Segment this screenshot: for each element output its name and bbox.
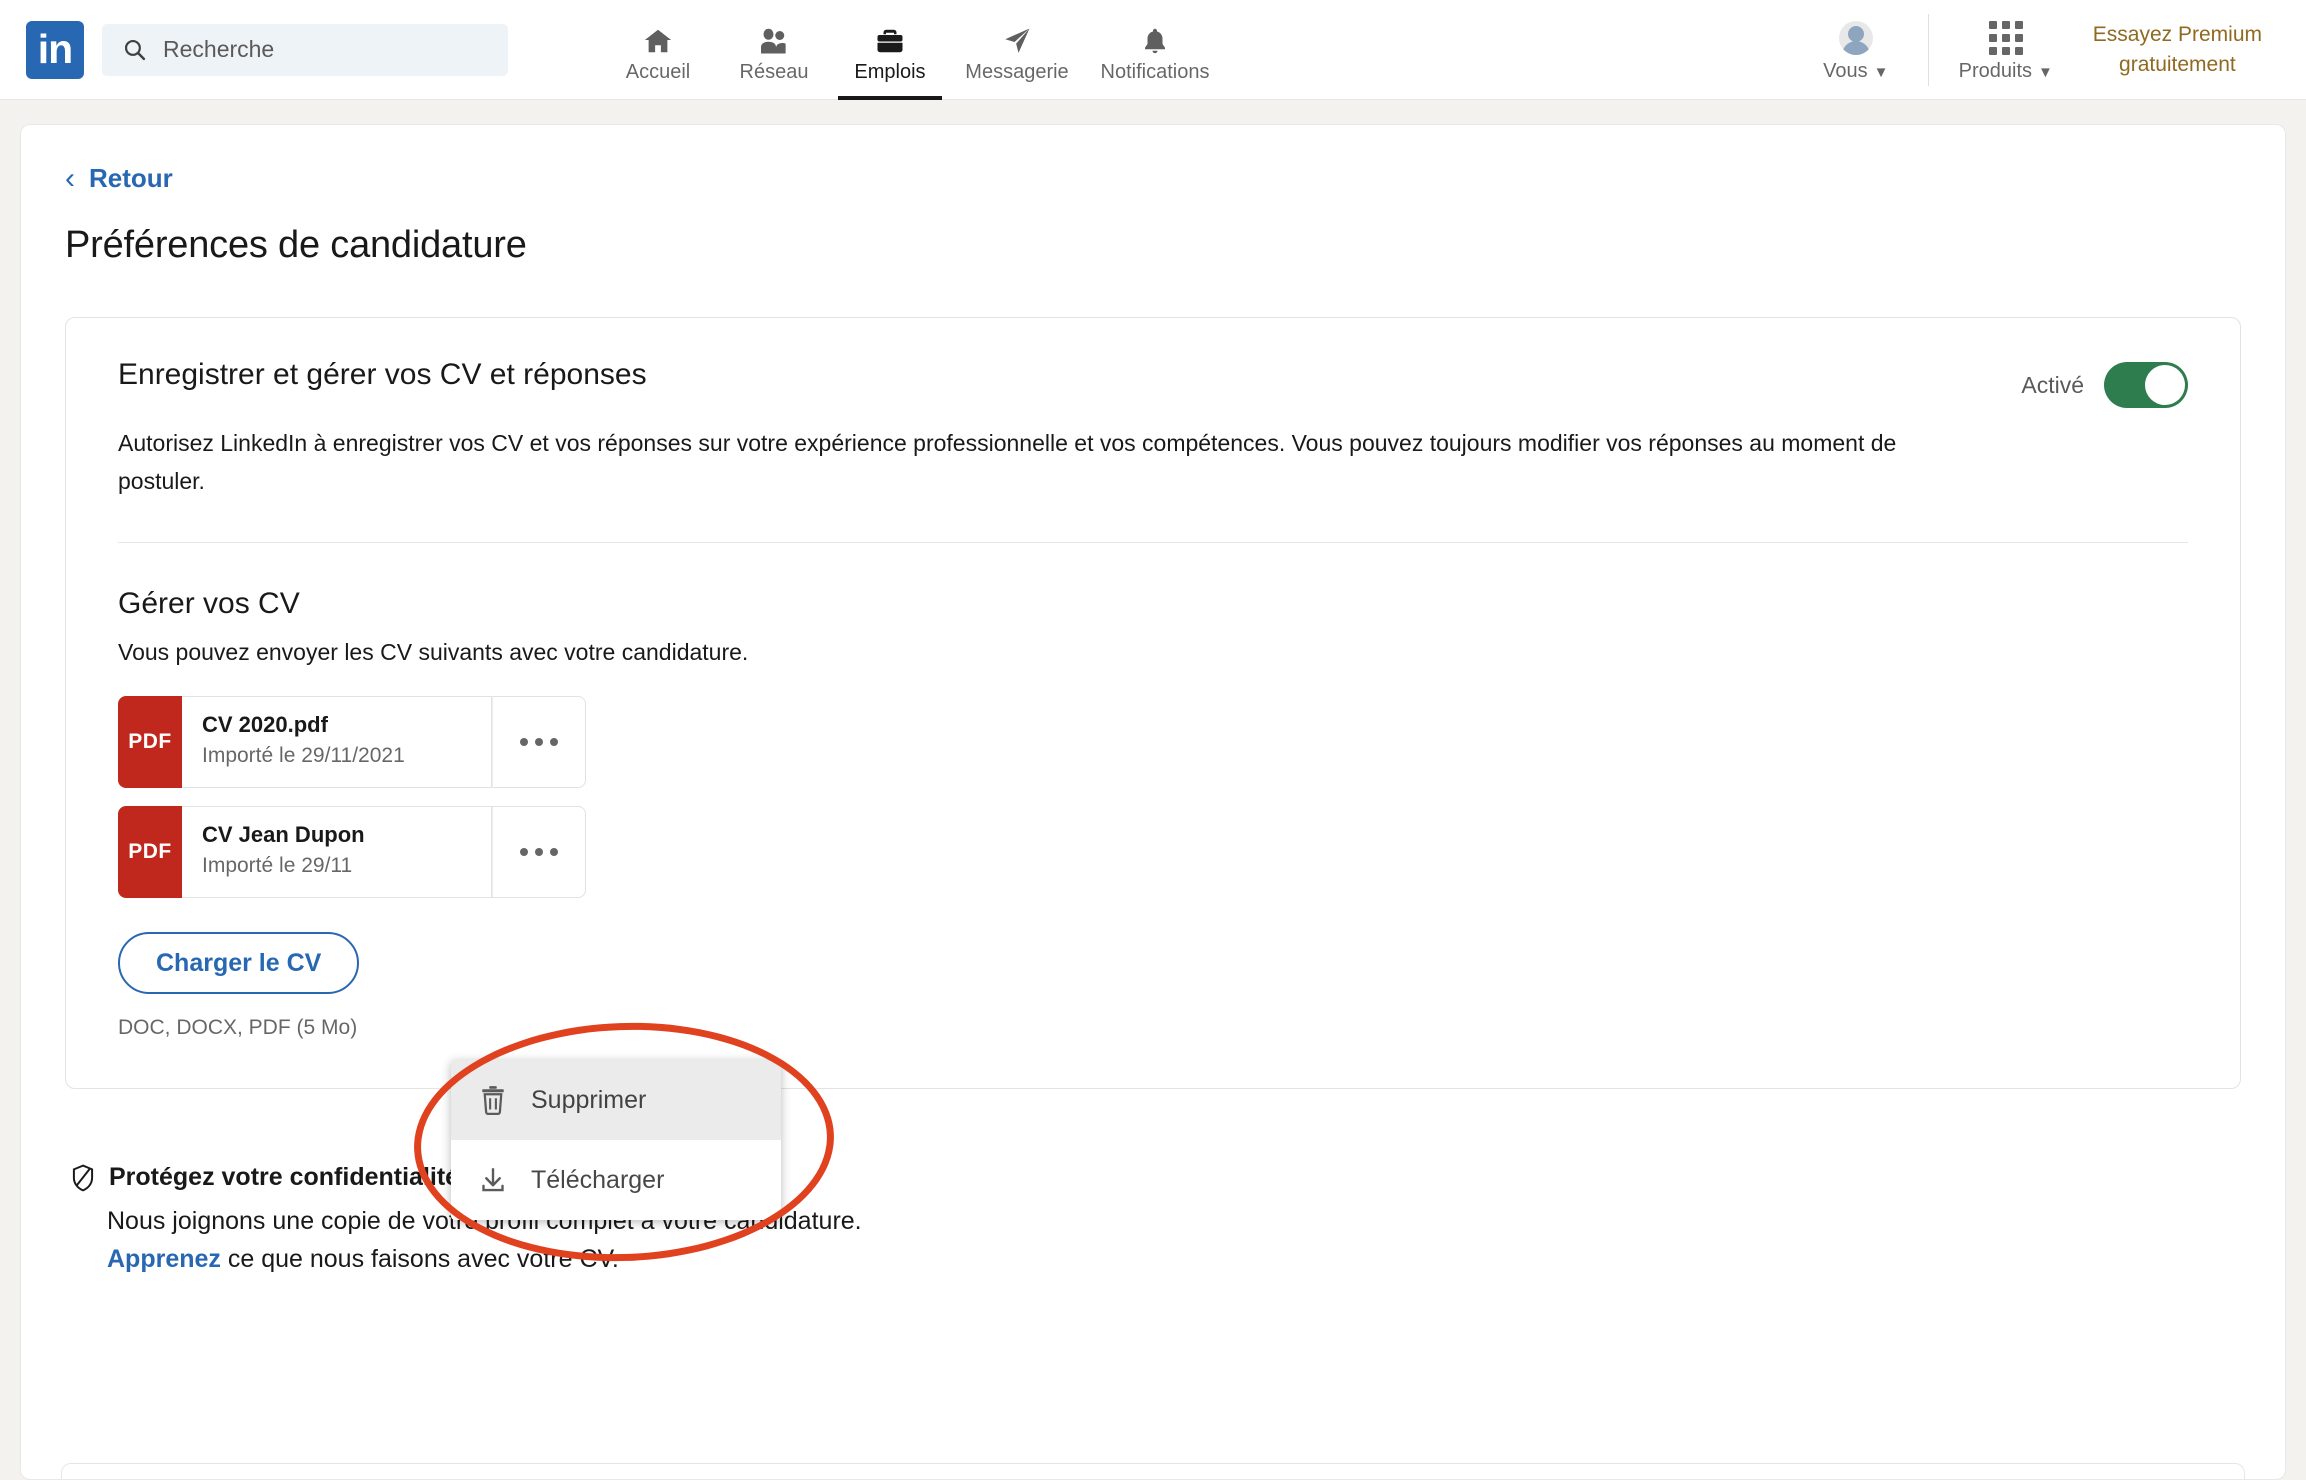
section-divider [118, 542, 2188, 543]
nav-item-emplois[interactable]: Emplois [832, 0, 948, 100]
bell-icon [1139, 20, 1171, 56]
toggle-state-label: Activé [2021, 371, 2084, 398]
grid-apps-icon [1988, 19, 2023, 55]
back-button[interactable]: ‹ Retour [65, 163, 173, 194]
page-container: ‹ Retour Préférences de candidature Enre… [0, 100, 2306, 1480]
nav-label: Notifications [1100, 61, 1210, 83]
privacy-line-2-rest: ce que nous faisons avec votre CV. [220, 1245, 619, 1273]
privacy-text: Nous joignons une copie de votre profil … [71, 1202, 2241, 1278]
save-section-header: Enregistrer et gérer vos CV et réponses … [118, 358, 2188, 408]
premium-line-1: Essayez Premium [2092, 23, 2262, 46]
chevron-left-icon: ‹ [65, 161, 75, 195]
chevron-down-icon: ▼ [1873, 64, 1889, 81]
ellipsis-icon [520, 738, 528, 746]
nav-label: Réseau [739, 61, 809, 83]
save-resumes-toggle[interactable] [2104, 362, 2188, 408]
nav-item-messagerie[interactable]: Messagerie [948, 0, 1086, 100]
linkedin-logo[interactable]: in [26, 20, 84, 79]
nav-item-vous[interactable]: Vous ▼ [1798, 0, 1914, 100]
file-info: CV Jean Dupon Importé le 29/11 [182, 806, 492, 898]
upload-format-hint: DOC, DOCX, PDF (5 Mo) [118, 1016, 358, 1039]
save-section-description: Autorisez LinkedIn à enregistrer vos CV … [118, 430, 1897, 494]
privacy-line-1: Nous joignons une copie de votre profil … [107, 1207, 862, 1235]
primary-nav: Accueil Réseau Emplois Messagerie Notifi… [600, 0, 1224, 100]
privacy-line-2: Apprenez ce que nous faisons avec votre … [107, 1240, 2241, 1278]
global-navigation-bar: in Accueil [0, 0, 2306, 100]
page-title: Préférences de candidature [65, 224, 527, 266]
send-message-icon [1000, 20, 1034, 56]
nav-item-reseau[interactable]: Réseau [716, 0, 832, 100]
privacy-section: Protégez votre confidentialité Nous joig… [65, 1163, 2241, 1278]
manage-section-title: Gérer vos CV [118, 587, 300, 620]
save-resumes-toggle-group[interactable]: Activé [2021, 362, 2188, 408]
pdf-badge: PDF [118, 696, 182, 788]
back-label: Retour [89, 163, 173, 193]
file-options-button[interactable] [492, 696, 586, 788]
menu-item-supprimer[interactable]: Supprimer [451, 1060, 781, 1140]
table-row: PDF CV Jean Dupon Importé le 29/11 [118, 806, 586, 898]
nav-item-accueil[interactable]: Accueil [600, 0, 716, 100]
privacy-learn-link[interactable]: Apprenez [107, 1245, 221, 1273]
nav-item-notifications[interactable]: Notifications [1086, 0, 1224, 100]
menu-item-label: Télécharger [531, 1165, 665, 1194]
file-info: CV 2020.pdf Importé le 29/11/2021 [182, 696, 492, 788]
settings-panel: Enregistrer et gérer vos CV et réponses … [65, 317, 2241, 1089]
preferences-card: ‹ Retour Préférences de candidature Enre… [20, 124, 2286, 1480]
ellipsis-icon [550, 738, 558, 746]
privacy-title: Protégez votre confidentialité [109, 1163, 460, 1191]
briefcase-icon [873, 20, 907, 56]
network-icon [756, 20, 792, 56]
file-upload-date: Importé le 29/11 [202, 854, 353, 877]
manage-section-description: Vous pouvez envoyer les CV suivants avec… [118, 639, 749, 665]
next-card-peek [61, 1463, 2245, 1479]
search-input[interactable] [163, 36, 488, 63]
nav-left-group: in [26, 20, 508, 79]
search-icon [124, 39, 146, 61]
file-name: CV 2020.pdf [202, 712, 328, 737]
nav-divider [1927, 14, 1929, 86]
privacy-heading: Protégez votre confidentialité [71, 1163, 2241, 1192]
file-upload-date: Importé le 29/11/2021 [202, 744, 405, 767]
nav-label: Emplois [854, 61, 926, 83]
nav-label: Vous [1823, 60, 1868, 82]
nav-label: Messagerie [965, 61, 1069, 83]
file-options-button[interactable] [492, 806, 586, 898]
home-icon [641, 20, 675, 56]
nav-label: Accueil [625, 61, 691, 83]
premium-upsell-link[interactable]: Essayez Premium gratuitement [2075, 0, 2280, 100]
chevron-down-icon: ▼ [2038, 64, 2053, 81]
file-name: CV Jean Dupon [202, 822, 365, 847]
pdf-badge: PDF [118, 806, 182, 898]
ellipsis-icon [535, 738, 543, 746]
ellipsis-icon [520, 848, 528, 856]
ellipsis-icon [550, 848, 558, 856]
download-icon [482, 1168, 504, 1192]
search-box[interactable] [102, 23, 508, 76]
nav-label: Produits [1958, 60, 2033, 82]
table-row: PDF CV 2020.pdf Importé le 29/11/2021 [118, 696, 586, 788]
ellipsis-icon [535, 848, 543, 856]
menu-item-telecharger[interactable]: Télécharger [451, 1140, 781, 1220]
menu-item-label: Supprimer [531, 1085, 647, 1114]
nav-item-produits[interactable]: Produits ▼ [1937, 0, 2075, 100]
avatar-icon [1838, 19, 1873, 55]
upload-resume-button[interactable]: Charger le CV [118, 932, 360, 994]
trash-icon [482, 1086, 504, 1115]
shield-icon [72, 1164, 94, 1191]
file-context-menu: Supprimer Télécharger [451, 1060, 781, 1220]
save-section-title: Enregistrer et gérer vos CV et réponses [118, 358, 647, 391]
resume-file-list: PDF CV 2020.pdf Importé le 29/11/2021 PD… [118, 696, 2188, 898]
toggle-knob [2145, 365, 2185, 405]
premium-line-2: gratuitement [2119, 53, 2236, 76]
nav-right-group: Vous ▼ Produits ▼ Essayez Premium gratuite… [1798, 0, 2280, 100]
